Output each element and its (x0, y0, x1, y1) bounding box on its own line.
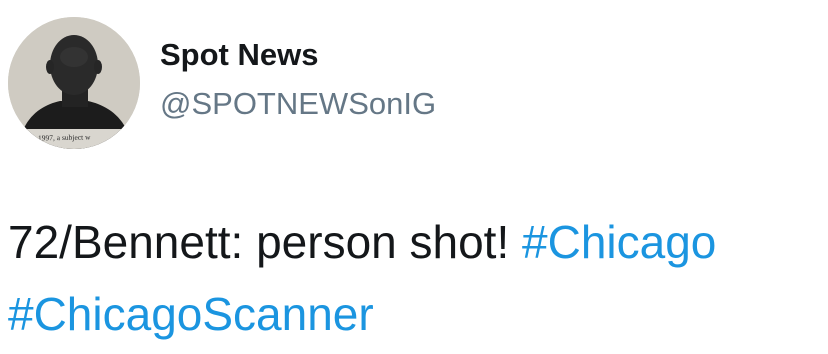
profile-photo-icon (8, 17, 140, 149)
tweet-card: 1997, a subject w Spot News @SPOTNEWSonI… (0, 0, 828, 354)
tweet-text: 72/Bennett: person shot! (8, 216, 510, 268)
avatar-caption: 1997, a subject w (37, 132, 91, 143)
user-handle[interactable]: @SPOTNEWSonIG (160, 85, 436, 122)
hashtag-chicagoscanner[interactable]: #ChicagoScanner (8, 288, 374, 340)
user-display-name[interactable]: Spot News (160, 36, 318, 73)
user-avatar[interactable]: 1997, a subject w (8, 17, 140, 149)
hashtag-chicago[interactable]: #Chicago (522, 216, 716, 268)
tweet-body: 72/Bennett: person shot! #Chicago #Chica… (8, 206, 823, 350)
